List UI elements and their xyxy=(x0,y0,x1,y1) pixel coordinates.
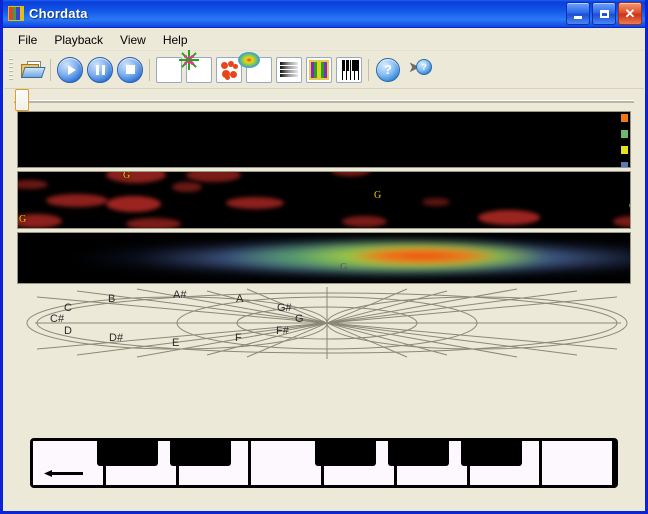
note-blob-label: G xyxy=(19,214,27,225)
view-chromagram[interactable] xyxy=(305,56,333,84)
help-icon: ? xyxy=(376,57,400,82)
svg-text:F#: F# xyxy=(276,325,290,337)
view-keyboard[interactable] xyxy=(335,56,363,84)
toolbar-separator xyxy=(149,58,150,81)
note-blob-label: G xyxy=(123,171,131,181)
toolbar-grip[interactable] xyxy=(9,57,13,82)
left-arrow-icon xyxy=(44,470,83,477)
spectrogram-panel[interactable] xyxy=(17,111,631,168)
svg-text:E: E xyxy=(172,337,179,349)
svg-text:A: A xyxy=(236,293,244,305)
slider-track[interactable] xyxy=(14,100,634,103)
chordata-logo-icon xyxy=(8,6,24,21)
playback-position-slider[interactable] xyxy=(4,89,644,111)
toolbar-separator xyxy=(50,58,51,81)
window-title: Chordata xyxy=(29,6,88,21)
toolbar: ? ➤ ? xyxy=(4,51,644,89)
menu-bar: File Playback View Help xyxy=(4,29,644,51)
play-button[interactable] xyxy=(56,56,84,84)
panel-spacer xyxy=(17,359,631,428)
open-folder-icon xyxy=(21,61,46,78)
chord-web-view-icon xyxy=(181,51,212,83)
minimize-button[interactable] xyxy=(566,2,590,25)
bar-levels-view-icon xyxy=(276,56,302,83)
chord-web-panel[interactable]: C B A# A G# G F# F E D# D C# xyxy=(17,287,631,359)
maximize-button[interactable] xyxy=(592,2,616,25)
heat-map-panel[interactable]: G xyxy=(17,232,631,284)
svg-text:G: G xyxy=(295,313,304,325)
view-chord-web[interactable] xyxy=(181,51,213,84)
svg-text:D: D xyxy=(64,325,72,337)
stop-button[interactable] xyxy=(116,56,144,84)
chromagram-view-icon xyxy=(306,56,332,83)
note-blob-label: G xyxy=(374,190,382,201)
menu-playback[interactable]: Playback xyxy=(46,30,112,50)
svg-text:D#: D# xyxy=(109,332,124,344)
view-heat-map[interactable] xyxy=(238,51,273,84)
window-client-area: File Playback View Help ? ➤ ? G G G G C … xyxy=(3,28,645,511)
toolbar-separator xyxy=(368,58,369,81)
white-key[interactable] xyxy=(251,441,324,485)
black-key[interactable] xyxy=(460,440,522,467)
stop-icon xyxy=(117,56,143,83)
black-key[interactable] xyxy=(315,440,377,467)
black-key[interactable] xyxy=(169,440,231,467)
status-bar xyxy=(4,492,644,510)
svg-text:A#: A# xyxy=(173,289,187,301)
heat-map-view-icon xyxy=(238,51,272,83)
piano-keyboard-panel[interactable] xyxy=(17,428,631,492)
visualization-panels: G G G G G xyxy=(4,111,644,492)
white-key[interactable] xyxy=(542,441,615,485)
menu-help[interactable]: Help xyxy=(155,30,197,50)
context-help-button[interactable]: ➤ ? xyxy=(404,56,434,84)
close-button[interactable]: ✕ xyxy=(618,2,642,25)
white-key[interactable] xyxy=(33,441,106,485)
window-controls: ✕ xyxy=(566,2,642,25)
black-key[interactable] xyxy=(97,440,159,467)
black-key[interactable] xyxy=(388,440,450,467)
chord-web-diagram: C B A# A G# G F# F E D# D C# xyxy=(26,287,628,359)
help-button[interactable]: ? xyxy=(374,56,402,84)
keyboard-view-icon xyxy=(336,56,362,83)
spectrogram-legend xyxy=(621,114,628,167)
heat-map-note-label: G xyxy=(340,262,348,273)
slider-thumb[interactable] xyxy=(15,89,29,111)
pause-icon xyxy=(87,56,113,83)
menu-view[interactable]: View xyxy=(112,30,155,50)
application-window: Chordata ✕ File Playback View Help ? ➤ ?… xyxy=(0,0,648,514)
note-blob-label: G xyxy=(629,201,630,212)
view-bar-levels[interactable] xyxy=(275,56,303,84)
pause-button[interactable] xyxy=(86,56,114,84)
svg-text:C#: C# xyxy=(50,313,65,325)
svg-text:B: B xyxy=(108,293,115,305)
svg-text:F: F xyxy=(235,332,242,344)
open-button[interactable] xyxy=(17,56,46,84)
context-help-cursor-icon: ➤ ? xyxy=(406,58,432,81)
svg-text:G#: G# xyxy=(277,302,293,314)
title-bar: Chordata ✕ xyxy=(3,0,645,28)
svg-text:C: C xyxy=(64,302,72,314)
piano-keyboard[interactable] xyxy=(30,438,618,488)
heat-map-canvas: G xyxy=(18,233,630,283)
menu-file[interactable]: File xyxy=(10,30,46,50)
note-blobs-panel[interactable]: G G G G xyxy=(17,171,631,229)
play-icon xyxy=(57,56,83,83)
